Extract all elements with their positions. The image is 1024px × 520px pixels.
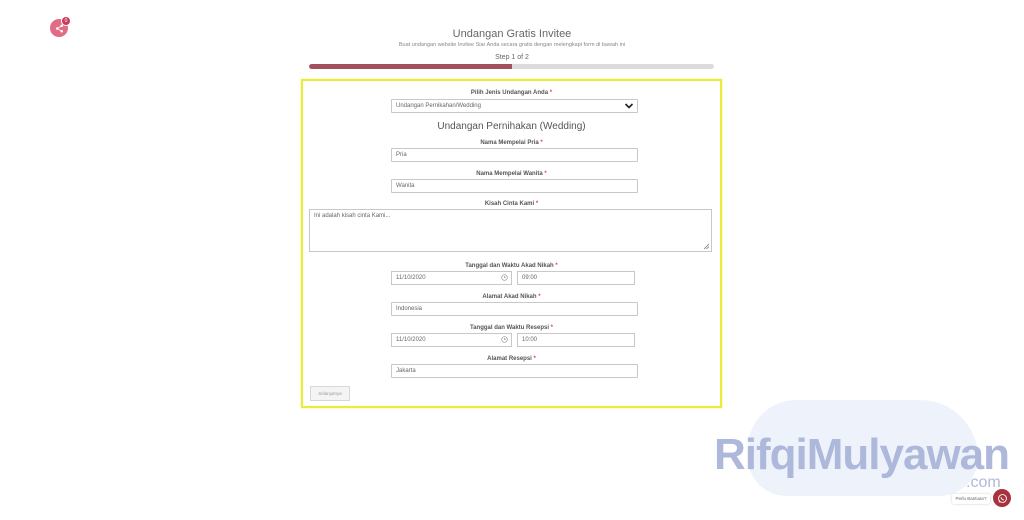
groom-name-input[interactable]: Pria <box>391 148 638 162</box>
resepsi-time-input[interactable]: 10:00 <box>517 333 635 347</box>
groom-name-label: Nama Mempelai Pria * <box>480 140 543 146</box>
whatsapp-icon <box>997 493 1007 503</box>
resepsi-address-input[interactable]: Jakarta <box>391 364 638 378</box>
invitation-type-label: Pilih Jenis Undangan Anda * <box>470 90 553 96</box>
help-bubble[interactable]: Perlu Bantuan? <box>952 494 990 504</box>
progress-fill <box>309 64 512 69</box>
watermark-logo: RifqiMulyawan <box>714 430 1010 479</box>
page-subtitle: Buat undangan website Invitee Siar Anda … <box>398 42 626 48</box>
bride-name-input[interactable]: Wanita <box>391 179 638 193</box>
love-story-label: Kisah Cinta Kami * <box>484 201 539 207</box>
resepsi-datetime-label: Tanggal dan Waktu Resepsi * <box>469 325 554 331</box>
clock-icon <box>501 274 508 281</box>
progress-bar <box>309 64 714 69</box>
akad-address-input[interactable]: Indonesia <box>391 302 638 316</box>
akad-address-label: Alamat Akad Nikah * <box>482 294 541 300</box>
share-count-badge: 0 <box>61 16 71 26</box>
invitation-type-select[interactable]: Undangan Pernikahan/Wedding <box>391 99 638 113</box>
akad-date-input[interactable]: 11/10/2020 <box>391 271 512 285</box>
section-heading: Undangan Pernihakan (Wedding) <box>437 121 586 132</box>
step-indicator: Step 1 of 2 <box>495 54 529 61</box>
resize-handle-icon[interactable] <box>703 243 710 250</box>
resepsi-date-input[interactable]: 11/10/2020 <box>391 333 512 347</box>
love-story-textarea[interactable]: Ini adalah kisah cinta Kami... <box>309 209 712 252</box>
akad-datetime-label: Tanggal dan Waktu Akad Nikah * <box>465 263 558 269</box>
chevron-down-icon <box>624 103 634 109</box>
akad-time-input[interactable]: 09:00 <box>517 271 635 285</box>
resepsi-address-label: Alamat Resepsi * <box>487 356 536 362</box>
invitation-form: Pilih Jenis Undangan Anda * Undangan Per… <box>301 79 722 408</box>
watermark-suffix: .com <box>966 474 1001 491</box>
next-button[interactable]: Selanjutnya <box>310 386 350 401</box>
clock-icon <box>501 336 508 343</box>
page-title: Undangan Gratis Invitee <box>452 28 572 40</box>
whatsapp-button[interactable] <box>993 489 1011 507</box>
bride-name-label: Nama Mempelai Wanita * <box>476 171 547 177</box>
